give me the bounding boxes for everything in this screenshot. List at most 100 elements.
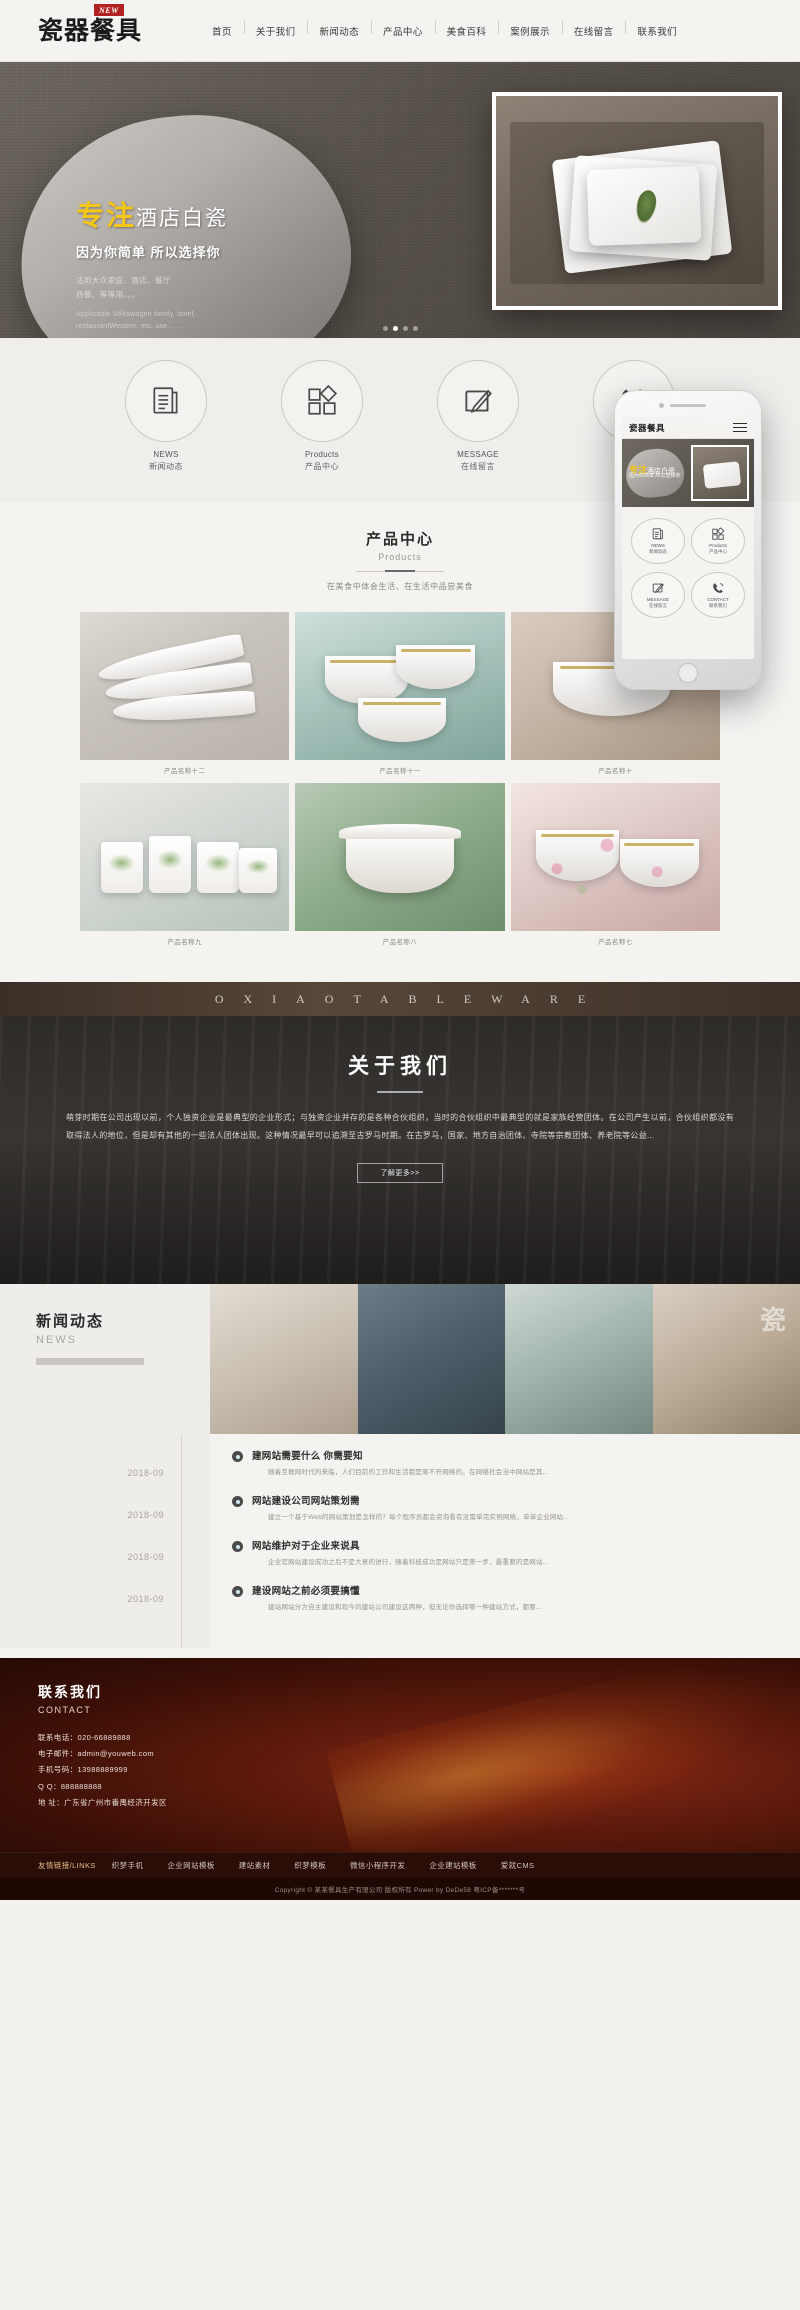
phone-banner-left: 专注酒店白瓷 因为你简单 所以选择你 [622,439,691,507]
hero-title-accent: 专注 [76,199,137,232]
phone-feature-icons: NEWS 新闻动态 Products 产品中心 MESSAGE 在线留言 CON… [622,507,754,618]
news-date: 2018-09 [127,1594,164,1604]
phone-feature-message-cn: 在线留言 [649,602,667,608]
phone-feature-message[interactable]: MESSAGE 在线留言 [631,572,685,618]
phone-feature-news-cn: 新闻动态 [649,548,667,554]
nav-item-cases[interactable]: 案例展示 [498,20,562,38]
news-list: 建网站需要什么 你需要知 随着互联网时代的来临，人们目前的工作和生活都是离不开网… [210,1434,800,1648]
feature-news-cn: 新闻动态 [149,462,183,471]
phone-feature-products[interactable]: Products 产品中心 [691,518,745,564]
news-item-title: 网站建设公司网站策划需 [252,1496,360,1508]
news-item-title: 建设网站之前必须要搞懂 [252,1586,360,1598]
phone-banner-plate [702,461,742,489]
news-date: 2018-09 [127,1468,164,1478]
phone-feature-message-en: MESSAGE [646,597,670,603]
link-item[interactable]: 织梦手机 [112,1860,144,1871]
contact-section: 联系我们 CONTACT 联系电话：020-66889888 电子邮件：admi… [0,1658,800,1853]
product-card[interactable]: 产品名称十一 [295,612,505,777]
hamburger-menu-icon[interactable] [733,420,747,435]
link-item[interactable]: 企业网站模板 [167,1860,214,1871]
news-item[interactable]: 建网站需要什么 你需要知 随着互联网时代的来临，人们目前的工作和生活都是离不开网… [232,1448,760,1478]
banner-dot-3[interactable] [402,326,408,331]
logo-text: 瓷器餐具 [38,16,143,45]
about-divider [377,1091,423,1093]
news-title-bar [36,1358,144,1365]
phone-camera [659,403,664,408]
brand-letter-strip: OXIAOTABLEWARE [0,982,800,1016]
contact-title-cn: 联系我们 [38,1684,102,1701]
contact-phone-icon [713,583,724,594]
product-caption: 产品名称十一 [379,768,421,775]
phone-header: 瓷器餐具 [622,417,754,439]
hero-desc-cn-line1: 适用大众家庭、酒店、餐厅 [76,276,171,285]
hero-subtitle: 因为你简单 所以选择你 [76,245,221,260]
phone-feature-products-cn: 产品中心 [709,548,727,554]
news-thumb[interactable]: 瓷 [652,1284,800,1434]
nav-item-home[interactable]: 首页 [200,24,244,38]
phone-feature-products-en: Products [709,543,727,549]
contact-title-en: CONTACT [38,1705,92,1716]
message-pencil-icon [437,360,519,442]
bullet-icon [232,1451,243,1462]
news-header-row: 新闻动态 NEWS 瓷 [0,1284,800,1434]
news-thumbnails: 瓷 [210,1284,800,1434]
news-item[interactable]: 网站建设公司网站策划需 建立一个基于Web的网站策划是怎样的？每个程序员都会资询… [232,1493,760,1523]
bullet-icon [232,1496,243,1508]
news-thumb[interactable] [505,1284,653,1434]
product-card[interactable]: 产品名称九 [80,783,290,948]
news-thumb[interactable] [210,1284,358,1434]
news-item[interactable]: 建设网站之前必须要搞懂 建站网站分为自主建设和现今的建站公司建设这两种，但无论你… [232,1583,760,1613]
phone-feature-contact[interactable]: CONTACT 联系我们 [691,572,745,618]
news-item-text: 建网站需要什么 你需要知 随着互联网时代的来临，人们目前的工作和生活都是离不开网… [252,1448,760,1478]
hero-photo [492,92,782,310]
product-card[interactable]: 产品名称十二 [80,612,290,777]
link-item[interactable]: 爱就CMS [501,1860,535,1871]
hero-desc-cn-line2: 西餐、等等用。。。 [76,289,140,299]
contact-mobile: 手机号码：13988889999 [38,1765,128,1775]
hero-desc-en-line1: Applicable Volkswagen family, hotel, [76,310,196,318]
copyright-text: Copyright © 某某餐具生产有限公司 版权所有 Power by DeD… [274,1887,526,1895]
nav-item-contact[interactable]: 联系我们 [625,20,689,38]
link-item[interactable]: 微信小程序开发 [350,1860,405,1871]
feature-news[interactable]: NEWS 新闻动态 [111,360,221,472]
phone-feature-contact-en: CONTACT [707,597,729,603]
banner-dot-2[interactable] [392,326,398,331]
about-title: 关于我们 [348,1055,452,1078]
news-thumb[interactable] [357,1284,505,1434]
phone-logo: 瓷器餐具 [629,423,666,434]
nav-item-news[interactable]: 新闻动态 [307,20,371,38]
nav-item-about[interactable]: 关于我们 [243,20,308,38]
phone-mockup: 瓷器餐具 专注酒店白瓷 因为你简单 所以选择你 NEWS 新闻动态 Produc… [614,390,762,690]
about-content: 关于我们 萌芽时期在公司出现以前，个人独资企业是最典型的企业形式；与独资企业并存… [60,1016,740,1183]
product-caption: 产品名称九 [167,939,202,946]
message-pencil-icon [652,583,664,594]
news-item-text: 网站维护对于企业来说具 企业官网站建设成功之后不是大意的进行，随着科技成功是网站… [252,1538,760,1568]
product-card[interactable]: 产品名称八 [295,783,505,948]
about-paragraph: 萌芽时期在公司出现以前，个人独资企业是最典型的企业形式；与独资企业并存的是各种合… [66,1113,734,1141]
nav-item-food-wiki[interactable]: 美食百科 [434,20,499,38]
contact-address: 地 址：广东省广州市番禺经济开发区 [38,1797,167,1807]
nav-item-products[interactable]: 产品中心 [371,20,435,38]
product-card[interactable]: 产品名称七 [510,783,720,948]
news-item[interactable]: 网站维护对于企业来说具 企业官网站建设成功之后不是大意的进行，随着科技成功是网站… [232,1538,760,1568]
link-item[interactable]: 企业建站模板 [429,1860,476,1871]
feature-message[interactable]: MESSAGE 在线留言 [423,360,533,472]
phone-feature-news[interactable]: NEWS 新闻动态 [631,518,685,564]
hero-title-rest: 酒店白瓷 [136,206,229,230]
nav-item-message[interactable]: 在线留言 [561,20,626,38]
phone-screen: 瓷器餐具 专注酒店白瓷 因为你简单 所以选择你 NEWS 新闻动态 Produc… [622,417,754,659]
link-item[interactable]: 织梦模板 [294,1860,326,1871]
about-more-button[interactable]: 了解更多>> [357,1162,443,1183]
news-item-title: 建网站需要什么 你需要知 [252,1451,363,1462]
banner-dot-4[interactable] [412,326,418,331]
banner-dot-1[interactable] [382,326,388,331]
contact-qq: Q Q：888888888 [38,1781,102,1791]
feature-products[interactable]: Products 产品中心 [267,360,377,472]
contact-details: 联系电话：020-66889888 电子邮件：admin@youweb.com … [38,1730,800,1811]
phone-home-button[interactable] [678,663,698,683]
banner-pagination [0,326,800,331]
contact-content: 联系我们 CONTACT 联系电话：020-66889888 电子邮件：admi… [0,1658,800,1811]
logo[interactable]: 瓷器餐具 NEW [38,4,143,45]
link-item[interactable]: 建站素材 [239,1860,271,1871]
bullet-icon [232,1541,243,1553]
